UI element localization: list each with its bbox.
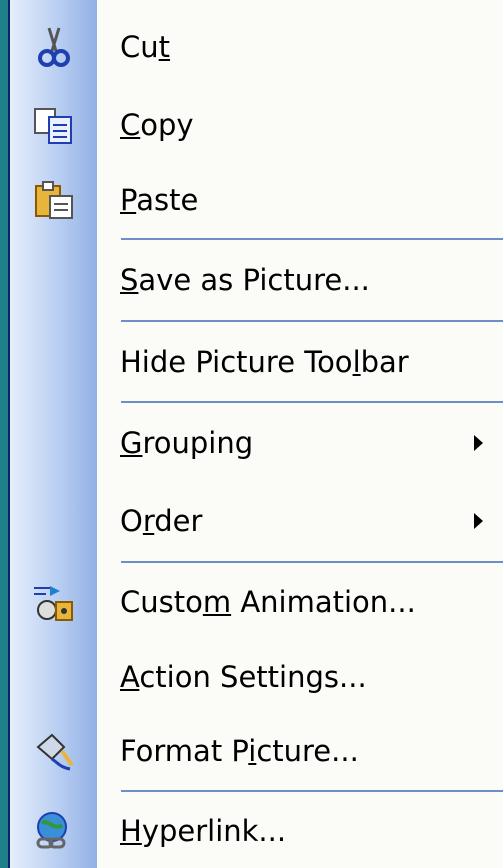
hyperlink-icon [32,809,76,853]
submenu-arrow-icon [474,435,483,451]
submenu-arrow-icon [474,513,483,529]
menu-item-hide-picture-toolbar[interactable]: Hide Picture Toolbar [10,324,503,400]
menu-item-label: Cut [120,30,171,64]
menu-item-cut[interactable]: Cut [10,10,503,84]
menu-item-label: Action Settings... [120,660,367,694]
menu-item-label: Format Picture... [120,734,359,768]
menu-item-action-settings[interactable]: Action Settings... [10,640,503,714]
menu-item-save-as-picture[interactable]: Save as Picture... [10,242,503,318]
format-picture-icon [32,729,76,773]
menu-item-label: Custom Animation... [120,585,416,619]
menu-separator [121,238,503,240]
menu-separator [121,401,503,403]
menu-separator [121,320,503,322]
scissors-icon [32,25,76,69]
menu-item-hyperlink[interactable]: Hyperlink... [10,794,503,868]
menu-item-label: Order [120,504,203,538]
menu-item-copy[interactable]: Copy [10,88,503,162]
menu-item-label: Copy [120,108,194,142]
menu-separator [121,790,503,792]
menu-item-custom-animation[interactable]: Custom Animation... [10,566,503,638]
menu-item-format-picture[interactable]: Format Picture... [10,714,503,788]
menu-separator [121,561,503,563]
menu-item-label: Grouping [120,426,254,460]
menu-item-order[interactable]: Order [10,483,503,559]
custom-animation-icon [32,580,76,624]
copy-icon [32,103,76,147]
context-menu: Cut Copy Paste Save as Picture... Hide P… [8,0,503,868]
paste-icon [32,178,76,222]
menu-item-grouping[interactable]: Grouping [10,405,503,481]
menu-item-label: Save as Picture... [120,263,370,297]
menu-item-paste[interactable]: Paste [10,164,503,236]
menu-item-label: Paste [120,183,199,217]
menu-item-label: Hyperlink... [120,814,287,848]
menu-item-label: Hide Picture Toolbar [120,345,409,379]
